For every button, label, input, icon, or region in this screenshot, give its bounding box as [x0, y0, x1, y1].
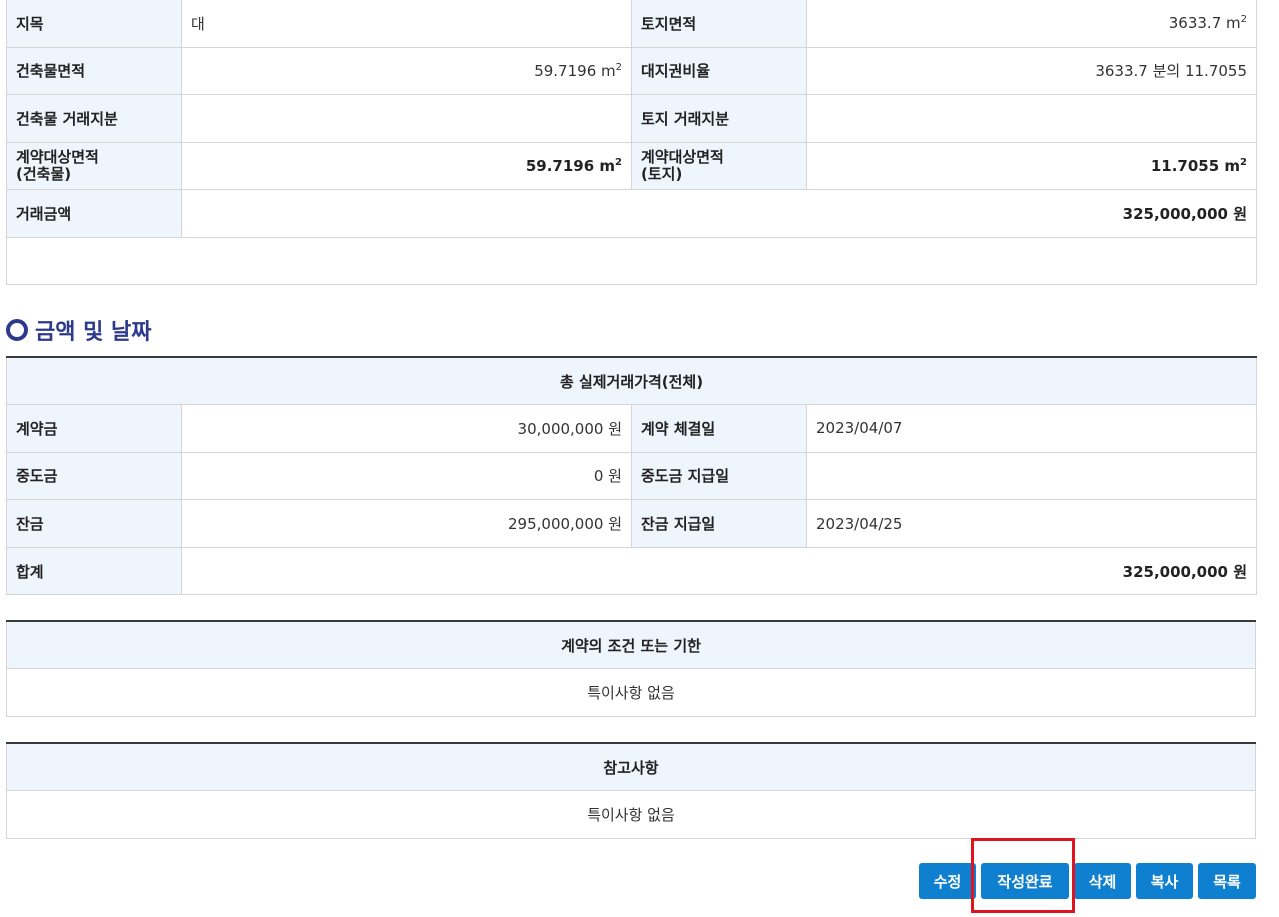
value-interim: 0 원	[181, 451, 632, 501]
label-building-share: 건축물 거래지분	[6, 94, 182, 143]
list-button[interactable]: 목록	[1198, 863, 1256, 899]
label-balance-date: 잔금 지급일	[631, 499, 807, 548]
copy-button[interactable]: 복사	[1136, 863, 1193, 899]
label-interim-date: 중도금 지급일	[631, 451, 807, 501]
reference-value: 특이사항 없음	[6, 790, 1256, 839]
table-row: 거래금액 325,000,000 원	[6, 189, 1257, 238]
label-land-right-ratio: 대지권비율	[631, 46, 807, 96]
money-table-header: 총 실제거래가격(전체)	[5, 356, 1258, 406]
highlight-box	[971, 838, 1075, 913]
table-row: 합계 325,000,000 원	[6, 546, 1258, 596]
label-contract-date: 계약 체결일	[631, 404, 807, 453]
circle-bullet-icon	[6, 319, 28, 341]
value-building-area: 59.7196 m2	[181, 46, 632, 96]
label-contract-area-land: 계약대상면적 (토지)	[631, 141, 807, 191]
value-balance: 295,000,000 원	[181, 499, 632, 548]
reference-table: 참고사항 특이사항 없음	[6, 742, 1256, 839]
label-interim: 중도금	[6, 451, 182, 501]
label-balance: 잔금	[6, 499, 182, 548]
reference-header: 참고사항	[6, 742, 1256, 792]
value-jimok: 대	[181, 0, 632, 48]
empty-cell	[6, 236, 1257, 285]
section-title-money: 금액 및 날짜	[6, 313, 152, 347]
label-contract-area-building: 계약대상면적 (건축물)	[6, 141, 182, 191]
table-header-row: 계약의 조건 또는 기한	[6, 620, 1256, 670]
value-land-area: 3633.7 m2	[806, 0, 1257, 48]
label-land-share: 토지 거래지분	[631, 94, 807, 143]
value-interim-date	[805, 451, 1258, 501]
edit-button[interactable]: 수정	[919, 863, 976, 899]
label-trade-amount: 거래금액	[6, 189, 182, 238]
table-row: 계약금 30,000,000 원 계약 체결일 2023/04/07	[6, 404, 1258, 453]
land-info-table: 지목 대 토지면적 3633.7 m2 건축물면적 59.7196 m2 대지권…	[6, 0, 1257, 285]
label-total: 합계	[6, 546, 182, 596]
table-row: 건축물면적 59.7196 m2 대지권비율 3633.7 분의 11.7055	[6, 46, 1257, 96]
value-contract-area-building: 59.7196 m2	[181, 141, 632, 191]
table-header-row: 총 실제거래가격(전체)	[5, 356, 1258, 406]
table-row: 계약대상면적 (건축물) 59.7196 m2 계약대상면적 (토지) 11.705…	[6, 141, 1257, 191]
table-row: 특이사항 없음	[6, 668, 1256, 717]
label-land-area: 토지면적	[631, 0, 807, 48]
action-button-bar: 수정 작성완료 삭제 복사 목록	[0, 863, 1279, 899]
conditions-value: 특이사항 없음	[6, 668, 1256, 717]
delete-button[interactable]: 삭제	[1074, 863, 1131, 899]
value-contract-area-land: 11.7055 m2	[806, 141, 1257, 191]
table-row: 중도금 0 원 중도금 지급일	[6, 451, 1258, 501]
value-land-share	[806, 94, 1257, 143]
value-total: 325,000,000 원	[180, 546, 1258, 596]
table-row: 잔금 295,000,000 원 잔금 지급일 2023/04/25	[6, 499, 1258, 548]
table-row: 지목 대 토지면적 3633.7 m2	[6, 0, 1257, 48]
table-header-row: 참고사항	[6, 742, 1256, 792]
value-deposit: 30,000,000 원	[181, 404, 632, 453]
table-row: 건축물 거래지분 토지 거래지분	[6, 94, 1257, 143]
label-building-area: 건축물면적	[6, 46, 182, 96]
value-building-share	[181, 94, 632, 143]
value-land-right-ratio: 3633.7 분의 11.7055	[806, 46, 1257, 96]
conditions-table: 계약의 조건 또는 기한 특이사항 없음	[6, 620, 1256, 717]
value-balance-date: 2023/04/25	[805, 499, 1258, 548]
value-trade-amount: 325,000,000 원	[181, 189, 1257, 238]
section-title-text: 금액 및 날짜	[35, 320, 152, 345]
label-deposit: 계약금	[6, 404, 182, 453]
value-contract-date: 2023/04/07	[805, 404, 1258, 453]
table-row: 특이사항 없음	[6, 790, 1256, 839]
conditions-header: 계약의 조건 또는 기한	[6, 620, 1256, 670]
table-row-empty	[6, 236, 1257, 285]
label-jimok: 지목	[6, 0, 182, 48]
money-table: 총 실제거래가격(전체) 계약금 30,000,000 원 계약 체결일 202…	[5, 356, 1258, 596]
